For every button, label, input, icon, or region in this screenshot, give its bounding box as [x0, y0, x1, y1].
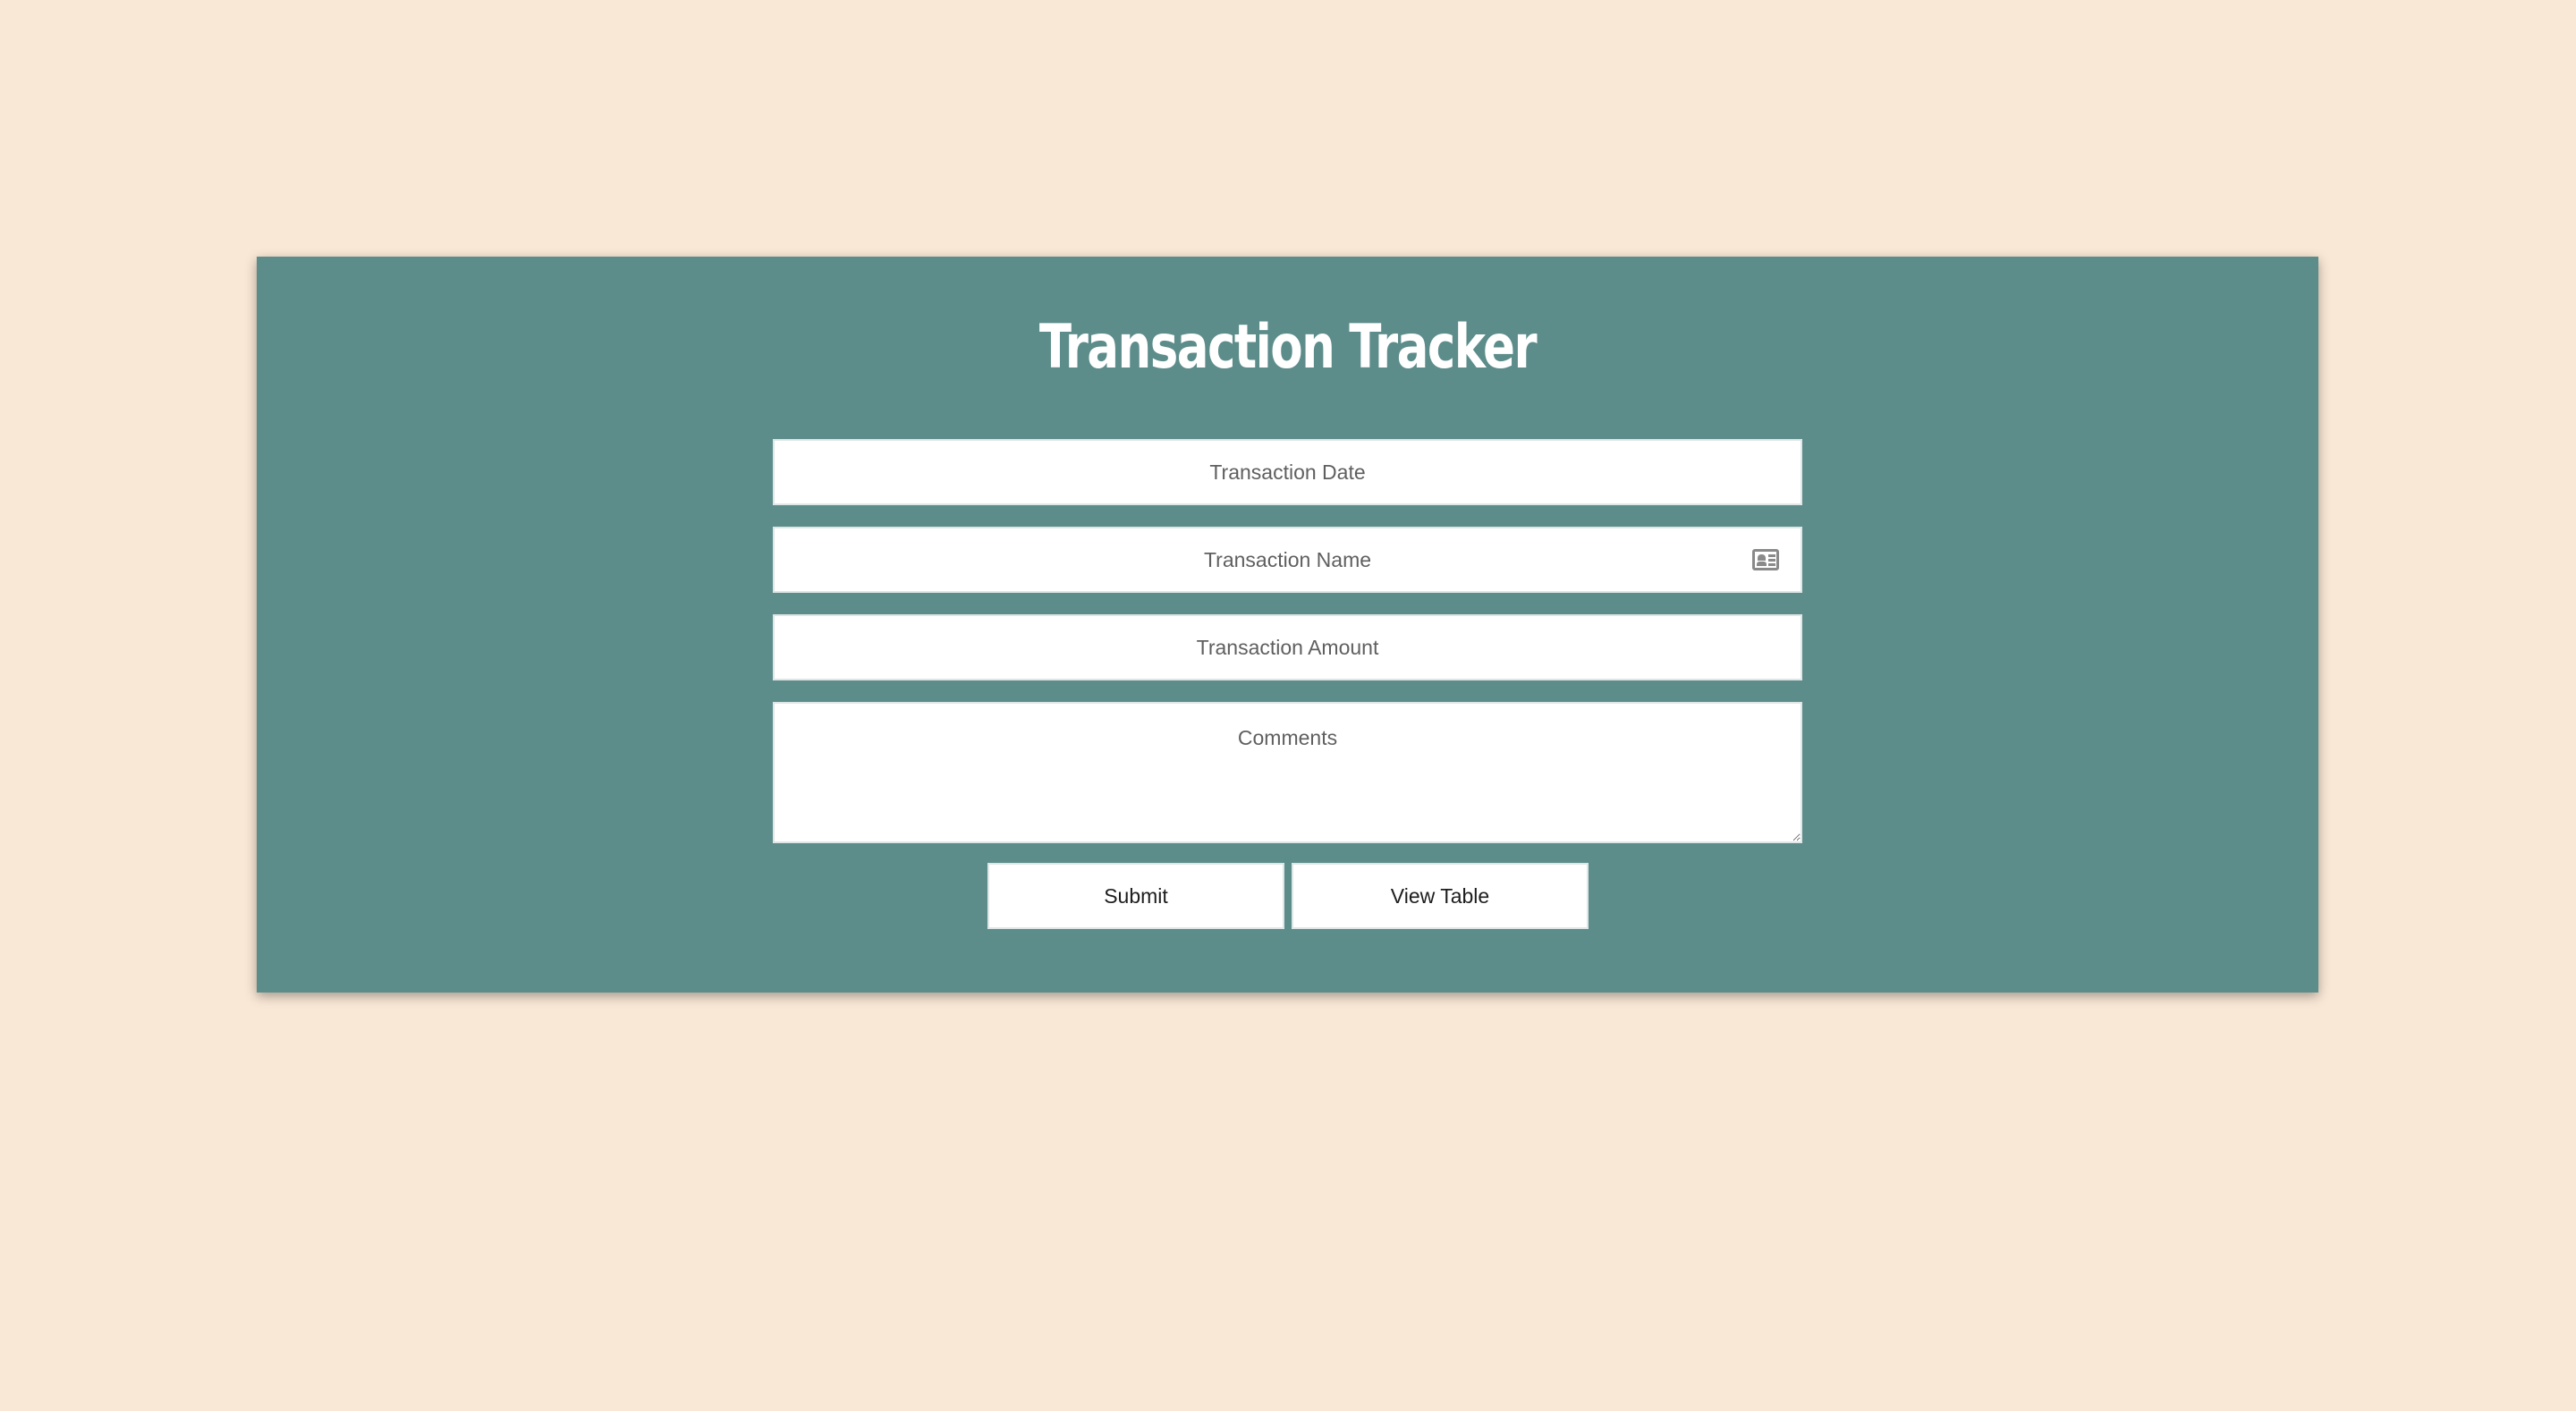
- page-title: Transaction Tracker: [1038, 312, 1538, 383]
- submit-button[interactable]: Submit: [987, 863, 1284, 929]
- transaction-form-card: Transaction Tracker Submit View Table: [257, 257, 2318, 993]
- contact-card-icon[interactable]: [1752, 549, 1779, 570]
- comments-textarea[interactable]: [773, 702, 1802, 843]
- transaction-amount-input[interactable]: [773, 614, 1802, 680]
- view-table-button[interactable]: View Table: [1292, 863, 1589, 929]
- transaction-date-input[interactable]: [773, 439, 1802, 505]
- transaction-name-input[interactable]: [773, 527, 1802, 593]
